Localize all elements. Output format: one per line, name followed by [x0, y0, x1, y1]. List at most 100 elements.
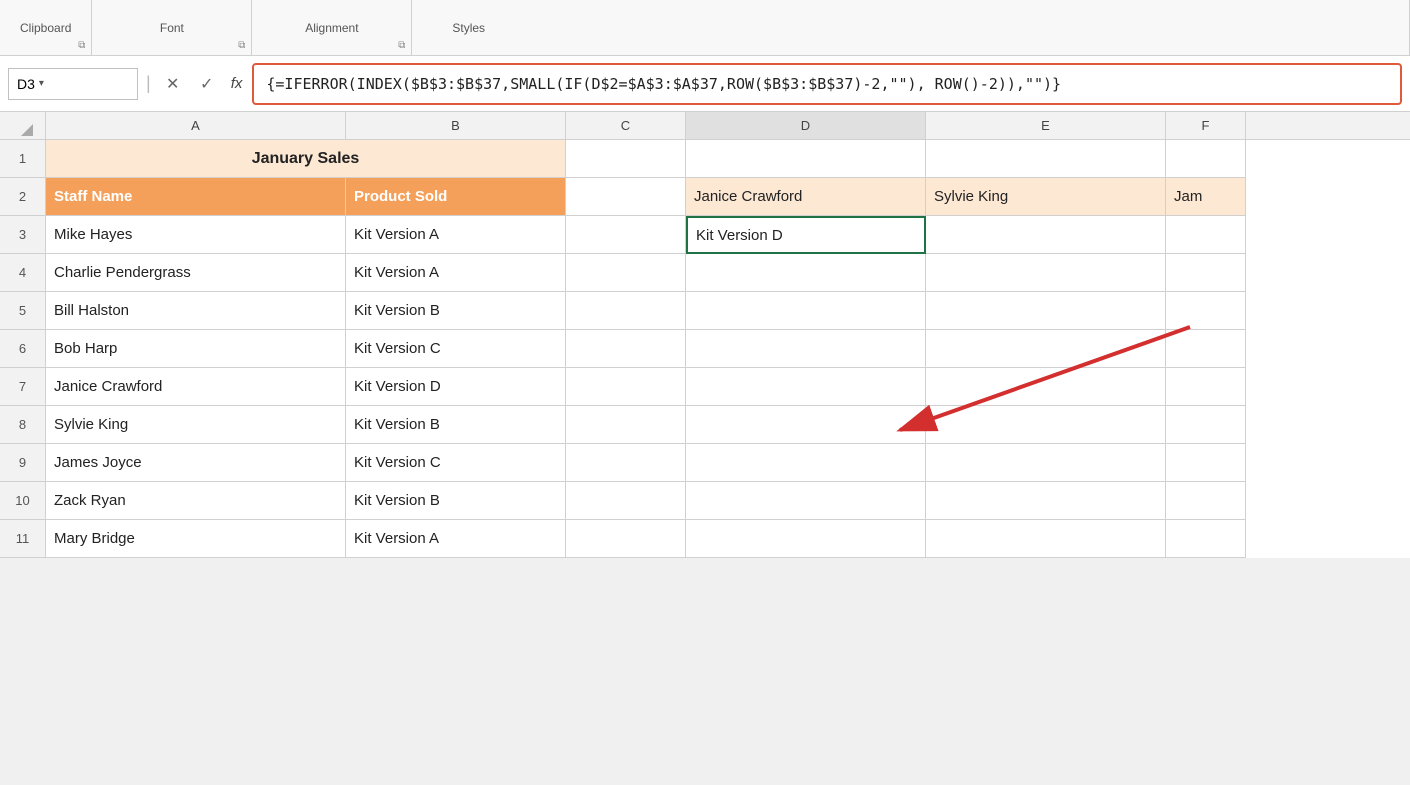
cell-a5[interactable]: Bill Halston [46, 292, 346, 330]
cell-d2[interactable]: Janice Crawford [686, 178, 926, 216]
table-row: 2 Staff Name Product Sold Janice Crawfor… [0, 178, 1410, 216]
cell-a9[interactable]: James Joyce [46, 444, 346, 482]
cell-a7[interactable]: Janice Crawford [46, 368, 346, 406]
formula-input[interactable]: {=IFERROR(INDEX($B$3:$B$37,SMALL(IF(D$2=… [252, 63, 1402, 105]
cell-f5[interactable] [1166, 292, 1246, 330]
cell-c3[interactable] [566, 216, 686, 254]
col-header-f[interactable]: F [1166, 112, 1246, 139]
cell-a3[interactable]: Mike Hayes [46, 216, 346, 254]
spreadsheet-wrapper: A B C D E F 1 January Sales 2 Staff Name… [0, 112, 1410, 558]
cell-f1[interactable] [1166, 140, 1246, 178]
column-headers: A B C D E F [0, 112, 1410, 140]
alignment-expand-icon[interactable]: ⧉ [398, 40, 405, 51]
cell-b4[interactable]: Kit Version A [346, 254, 566, 292]
col-header-c[interactable]: C [566, 112, 686, 139]
col-header-e[interactable]: E [926, 112, 1166, 139]
cell-d8[interactable] [686, 406, 926, 444]
font-expand-icon[interactable]: ⧉ [238, 40, 245, 51]
cell-c10[interactable] [566, 482, 686, 520]
cell-e10[interactable] [926, 482, 1166, 520]
formula-bar: D3 ▾ | ✕ ✓ fx {=IFERROR(INDEX($B$3:$B$37… [0, 56, 1410, 112]
row-num-8: 8 [0, 406, 46, 444]
cell-e7[interactable] [926, 368, 1166, 406]
cell-c7[interactable] [566, 368, 686, 406]
cell-a10[interactable]: Zack Ryan [46, 482, 346, 520]
col-header-d[interactable]: D [686, 112, 926, 139]
cell-f8[interactable] [1166, 406, 1246, 444]
cell-f3[interactable] [1166, 216, 1246, 254]
spreadsheet: A B C D E F 1 January Sales 2 Staff Name… [0, 112, 1410, 558]
cell-f9[interactable] [1166, 444, 1246, 482]
cell-c5[interactable] [566, 292, 686, 330]
cell-e4[interactable] [926, 254, 1166, 292]
cell-b9[interactable]: Kit Version C [346, 444, 566, 482]
cell-d7[interactable] [686, 368, 926, 406]
cell-e2[interactable]: Sylvie King [926, 178, 1166, 216]
cell-a11[interactable]: Mary Bridge [46, 520, 346, 558]
select-all-icon [21, 124, 33, 136]
cell-c2[interactable] [566, 178, 686, 216]
cell-d9[interactable] [686, 444, 926, 482]
row-num-4: 4 [0, 254, 46, 292]
cell-reference: D3 [17, 76, 35, 92]
cell-e3[interactable] [926, 216, 1166, 254]
row-num-9: 9 [0, 444, 46, 482]
cell-e8[interactable] [926, 406, 1166, 444]
cell-e1[interactable] [926, 140, 1166, 178]
cancel-formula-button[interactable]: ✕ [159, 70, 187, 98]
cell-d5[interactable] [686, 292, 926, 330]
name-box-dropdown-icon[interactable]: ▾ [39, 78, 44, 89]
cell-f4[interactable] [1166, 254, 1246, 292]
table-row: 9 James Joyce Kit Version C [0, 444, 1410, 482]
confirm-formula-button[interactable]: ✓ [193, 70, 221, 98]
formula-text: {=IFERROR(INDEX($B$3:$B$37,SMALL(IF(D$2=… [266, 75, 1061, 93]
cell-e11[interactable] [926, 520, 1166, 558]
cell-c4[interactable] [566, 254, 686, 292]
cell-d4[interactable] [686, 254, 926, 292]
cell-a8[interactable]: Sylvie King [46, 406, 346, 444]
cell-f11[interactable] [1166, 520, 1246, 558]
cell-d1[interactable] [686, 140, 926, 178]
cell-e6[interactable] [926, 330, 1166, 368]
cell-c1[interactable] [566, 140, 686, 178]
cell-b11[interactable]: Kit Version A [346, 520, 566, 558]
cell-b10[interactable]: Kit Version B [346, 482, 566, 520]
cell-c8[interactable] [566, 406, 686, 444]
cell-c9[interactable] [566, 444, 686, 482]
cell-a4[interactable]: Charlie Pendergrass [46, 254, 346, 292]
cell-b2[interactable]: Product Sold [346, 178, 566, 216]
table-row: 4 Charlie Pendergrass Kit Version A [0, 254, 1410, 292]
alignment-label: Alignment [305, 21, 358, 35]
cell-d10[interactable] [686, 482, 926, 520]
cell-c6[interactable] [566, 330, 686, 368]
col-header-b[interactable]: B [346, 112, 566, 139]
name-box[interactable]: D3 ▾ [8, 68, 138, 100]
row-num-1: 1 [0, 140, 46, 178]
cell-b7[interactable]: Kit Version D [346, 368, 566, 406]
styles-section: Styles [412, 0, 1410, 55]
cell-e9[interactable] [926, 444, 1166, 482]
col-header-a[interactable]: A [46, 112, 346, 139]
cell-a1[interactable]: January Sales [46, 140, 566, 178]
row-num-2: 2 [0, 178, 46, 216]
cell-d6[interactable] [686, 330, 926, 368]
clipboard-expand-icon[interactable]: ⧉ [78, 40, 85, 51]
table-row: 6 Bob Harp Kit Version C [0, 330, 1410, 368]
cell-f2[interactable]: Jam [1166, 178, 1246, 216]
cell-f6[interactable] [1166, 330, 1246, 368]
cell-a6[interactable]: Bob Harp [46, 330, 346, 368]
cell-e5[interactable] [926, 292, 1166, 330]
cell-d11[interactable] [686, 520, 926, 558]
cell-f10[interactable] [1166, 482, 1246, 520]
cell-b3[interactable]: Kit Version A [346, 216, 566, 254]
cell-a2[interactable]: Staff Name [46, 178, 346, 216]
cell-b6[interactable]: Kit Version C [346, 330, 566, 368]
cell-b8[interactable]: Kit Version B [346, 406, 566, 444]
cell-b5[interactable]: Kit Version B [346, 292, 566, 330]
cell-c11[interactable] [566, 520, 686, 558]
alignment-section: Alignment ⧉ [252, 0, 412, 55]
cell-d3[interactable]: Kit Version D [686, 216, 926, 254]
corner-cell[interactable] [0, 112, 46, 139]
cell-f7[interactable] [1166, 368, 1246, 406]
table-row: 1 January Sales [0, 140, 1410, 178]
